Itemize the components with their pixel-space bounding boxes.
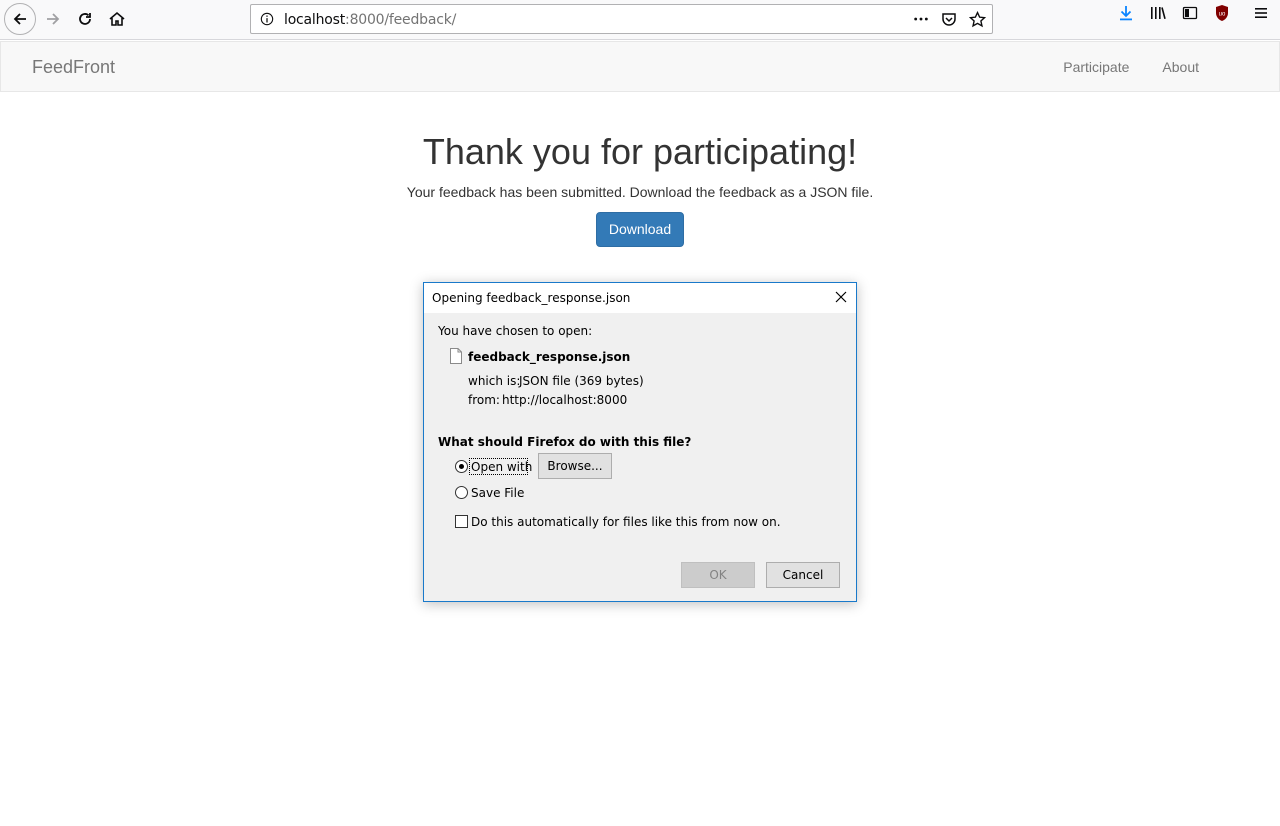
dialog-title: Opening feedback_response.json xyxy=(432,291,631,305)
home-button[interactable] xyxy=(102,4,132,34)
close-icon[interactable] xyxy=(832,288,850,306)
back-button[interactable] xyxy=(4,3,36,35)
submission-message: Your feedback has been submitted. Downlo… xyxy=(406,184,874,200)
bookmark-star-icon[interactable] xyxy=(966,8,988,30)
save-file-label[interactable]: Save File xyxy=(471,486,524,500)
open-with-radio[interactable] xyxy=(455,460,468,473)
home-icon xyxy=(109,11,125,26)
nav-link-about[interactable]: About xyxy=(1162,59,1199,75)
forward-button[interactable] xyxy=(38,4,68,34)
from-label: from: xyxy=(468,393,500,407)
chosen-label: You have chosen to open: xyxy=(438,324,593,338)
url-text[interactable]: localhost:8000/feedback/ xyxy=(284,12,456,28)
open-with-label[interactable]: Open with xyxy=(471,460,532,474)
page-actions-icon[interactable] xyxy=(910,8,932,30)
cancel-button[interactable]: Cancel xyxy=(766,562,840,588)
reload-icon xyxy=(79,13,91,25)
svg-text:uo: uo xyxy=(1219,12,1226,18)
library-icon[interactable] xyxy=(1145,0,1171,26)
file-name: feedback_response.json xyxy=(468,350,631,364)
menu-hamburger-icon[interactable] xyxy=(1248,0,1274,26)
source-value: http://localhost:8000 xyxy=(502,393,628,407)
dialog-titlebar: Opening feedback_response.json xyxy=(424,283,856,313)
file-open-dialog: Opening feedback_response.json You have … xyxy=(423,282,857,602)
file-type-value: JSON file (369 bytes) xyxy=(519,374,644,388)
nav-link-participate[interactable]: Participate xyxy=(1063,59,1129,75)
download-button[interactable]: Download xyxy=(595,212,685,247)
reload-button[interactable] xyxy=(70,4,100,34)
auto-action-checkbox[interactable] xyxy=(455,515,468,528)
browser-toolbar: localhost:8000/feedback/ uo xyxy=(0,0,1280,40)
site-navbar: FeedFront Participate About xyxy=(0,41,1280,92)
file-icon xyxy=(450,348,462,364)
dialog-question: What should Firefox do with this file? xyxy=(438,435,692,449)
pocket-icon[interactable] xyxy=(938,8,960,30)
nav-links: Participate About xyxy=(1030,59,1199,75)
page-heading: Thank you for participating! xyxy=(422,131,858,172)
url-bar[interactable]: localhost:8000/feedback/ xyxy=(250,4,993,34)
url-host: localhost xyxy=(284,12,346,28)
main-content: Thank you for participating! Your feedba… xyxy=(0,92,1280,247)
ok-button[interactable]: OK xyxy=(681,562,755,588)
sidebar-icon[interactable] xyxy=(1177,0,1203,26)
ublock-origin-icon[interactable]: uo xyxy=(1209,0,1235,26)
back-arrow-icon xyxy=(13,13,26,25)
save-file-radio[interactable] xyxy=(455,486,468,499)
which-is-label: which is: xyxy=(468,374,521,388)
browse-button[interactable]: Browse... xyxy=(538,453,612,479)
auto-action-label[interactable]: Do this automatically for files like thi… xyxy=(471,515,781,529)
downloads-icon[interactable] xyxy=(1113,0,1139,26)
brand-link[interactable]: FeedFront xyxy=(32,57,115,78)
url-path: :8000/feedback/ xyxy=(345,12,457,28)
forward-arrow-icon xyxy=(47,13,60,25)
site-info-icon[interactable] xyxy=(259,11,275,27)
